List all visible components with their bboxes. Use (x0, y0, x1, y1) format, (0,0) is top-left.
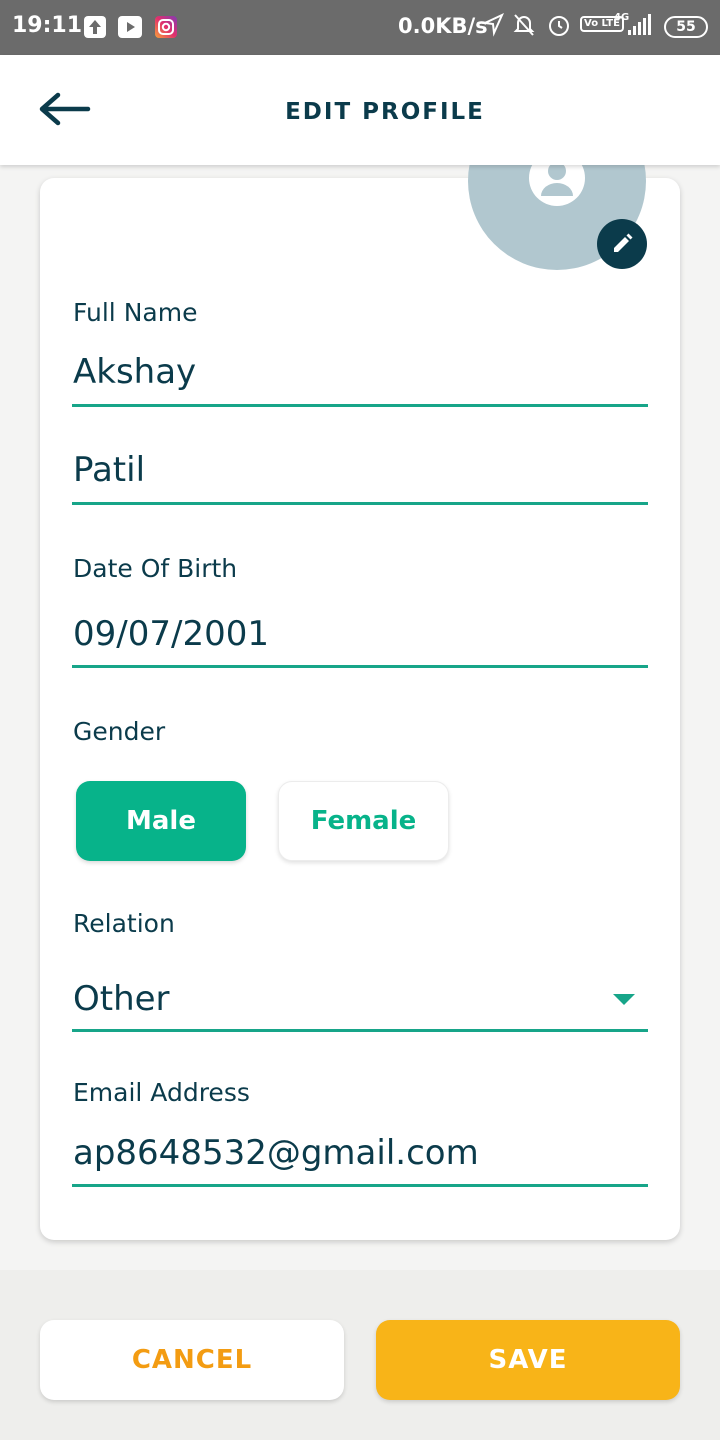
email-input[interactable]: ap8648532@gmail.com (73, 1133, 479, 1173)
email-label: Email Address (73, 1078, 250, 1107)
signal-icon (624, 12, 652, 44)
instagram-icon (155, 16, 177, 38)
status-time: 19:11 (12, 13, 83, 38)
location-icon (481, 12, 505, 44)
page-title: EDIT PROFILE (285, 99, 485, 125)
dob-label: Date Of Birth (73, 554, 238, 583)
app-header: EDIT PROFILE (0, 55, 720, 165)
network-speed: 0.0KB/s (398, 14, 488, 38)
dob-underline (72, 665, 648, 668)
dropdown-arrow-icon[interactable] (613, 994, 635, 1005)
bell-off-icon (512, 12, 536, 44)
first-name-underline (72, 404, 648, 407)
status-bar: 19:11 0.0KB/s Vo LTE 4G 55 (0, 0, 720, 55)
last-name-underline (72, 502, 648, 505)
youtube-icon (118, 16, 142, 38)
upload-icon (84, 16, 106, 38)
relation-select[interactable]: Other (73, 979, 170, 1019)
gender-female-button[interactable]: Female (278, 781, 449, 861)
last-name-input[interactable]: Patil (73, 450, 145, 490)
edit-avatar-button[interactable] (597, 219, 647, 269)
pencil-icon (614, 233, 633, 252)
cancel-button[interactable]: CANCEL (40, 1320, 344, 1400)
dob-input[interactable]: 09/07/2001 (73, 614, 269, 654)
alarm-icon (546, 12, 572, 44)
email-underline (72, 1184, 648, 1187)
full-name-label: Full Name (73, 298, 198, 327)
save-button[interactable]: SAVE (376, 1320, 680, 1400)
relation-underline (72, 1029, 648, 1032)
gender-label: Gender (73, 717, 166, 746)
gender-male-button[interactable]: Male (76, 781, 246, 861)
battery-icon: 55 (664, 16, 708, 38)
relation-label: Relation (73, 909, 175, 938)
first-name-input[interactable]: Akshay (73, 352, 196, 392)
